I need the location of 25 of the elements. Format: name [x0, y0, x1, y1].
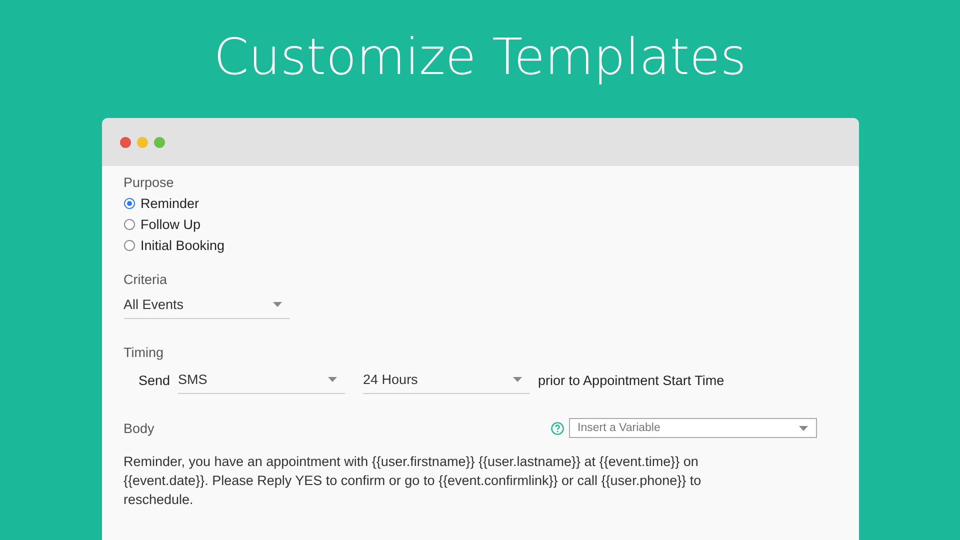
send-label: Send: [138, 372, 170, 388]
section-label: Body: [124, 420, 154, 436]
variable-select[interactable]: Insert a Variable: [568, 418, 816, 438]
radio-icon[interactable]: [124, 240, 134, 251]
caret-icon: [798, 426, 808, 430]
radio-option[interactable]: Follow Up: [124, 214, 836, 235]
criteria-select[interactable]: All Events: [124, 291, 290, 319]
caret-icon: [328, 377, 338, 382]
channel-select[interactable]: SMS: [178, 366, 346, 394]
help-icon[interactable]: [550, 422, 564, 434]
radio-option[interactable]: Initial Booking: [124, 235, 836, 256]
section-label: Timing: [124, 345, 165, 360]
zoom-button[interactable]: [154, 136, 164, 148]
radio-icon[interactable]: [124, 198, 134, 209]
radio-option[interactable]: Reminder: [124, 193, 836, 214]
radio-icon[interactable]: [124, 219, 134, 230]
close-button[interactable]: [120, 136, 130, 148]
section-label: Purpose: [124, 175, 175, 190]
timing-suffix: prior to Appointment Start Time: [538, 372, 724, 388]
slide-title: Customize Templates: [214, 28, 746, 88]
caret-icon: [272, 302, 282, 307]
section-label: Criteria: [124, 272, 168, 287]
message-body: Reminder, you have an appointment with {{user.firstname}} {{user.lastname}} at {{event.time}} on {{event.date}}. Please Reply YES to confirm or go to {{event.confirmlink}} or call {{user.phone}} to reschedule.: [124, 453, 702, 509]
caret-icon: [513, 377, 522, 382]
offset-select[interactable]: 24 Hours: [363, 366, 530, 394]
